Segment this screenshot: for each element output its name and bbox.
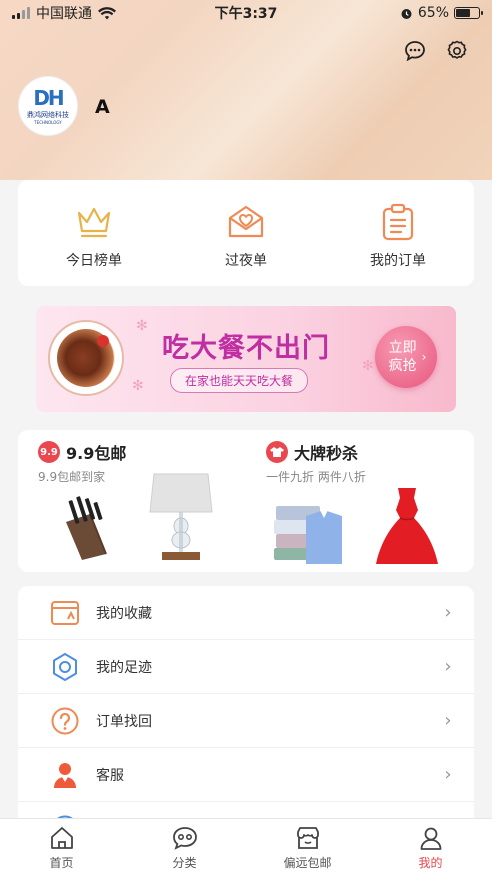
username[interactable]: A [95,96,110,118]
header-actions [402,38,470,64]
settings-menu: 我的收藏 › 我的足迹 › 订单找回 › 客服 › [18,586,474,826]
menu-row-favorites[interactable]: 我的收藏 › [18,586,474,640]
tab-label: 分类 [172,856,197,870]
favorites-icon [50,598,80,628]
banner-subtitle: 在家也能天天吃大餐 [170,368,309,393]
wifi-icon [98,6,116,19]
status-bar: 中国联通 下午3:37 65% [0,0,492,26]
sparkle-icon: ✻ [132,378,144,394]
order-shortcut-today-rank[interactable]: 今日榜单 [34,202,154,270]
menu-row-label: 我的收藏 [96,605,152,622]
order-shortcut-overnight[interactable]: 过夜单 [186,202,306,270]
chevron-right-icon: › [444,656,452,677]
chevron-right-icon: › [444,710,452,731]
menu-row-order-recovery[interactable]: 订单找回 › [18,694,474,748]
tab-category[interactable]: 分类 [123,819,246,878]
tab-profile[interactable]: 我的 [369,819,492,878]
promo-desc: 9.9包邮到家 [38,470,106,484]
badge-99-icon: 9.9 [38,441,60,463]
steak-plate-image [48,320,124,396]
profile-header: DH 鼎鸿网络科技 TECHNOLOGY A [0,0,492,180]
knife-block-image [66,496,107,560]
table-lamp-image [149,473,213,560]
order-shortcuts: 今日榜单 过夜单 我的订单 [18,180,474,286]
footprint-icon [50,652,80,682]
chevron-right-icon: › [444,764,452,785]
order-shortcut-label: 今日榜单 [66,253,122,269]
promo-title: 9.9包邮 [66,444,127,463]
order-shortcut-label: 过夜单 [225,253,267,269]
sparkle-icon: ✻ [362,358,374,374]
crown-icon [74,202,114,242]
avatar[interactable]: DH 鼎鸿网络科技 TECHNOLOGY [18,76,78,136]
battery-percent: 65% [417,5,449,21]
red-dress-image [376,488,438,564]
menu-row-label: 我的足迹 [96,659,152,676]
chevron-right-icon: › [444,602,452,623]
envelope-heart-icon [226,202,266,242]
tab-label: 首页 [49,856,74,870]
question-icon [50,706,80,736]
sparkle-icon: ✻ [136,318,148,334]
promo-title: 大牌秒杀 [294,444,359,463]
logo-letters: DH [33,86,64,110]
grab-now-button[interactable]: 立即疯抢 › [375,326,437,388]
promo-banner[interactable]: ✻ ✻ ✻ 吃大餐不出门 在家也能天天吃大餐 立即疯抢 › [36,306,456,412]
tab-home[interactable]: 首页 [0,819,123,878]
home-icon [50,827,73,849]
tab-label: 我的 [418,856,443,870]
alarm-icon [401,8,412,19]
order-shortcut-label: 我的订单 [370,253,426,269]
carrier-name: 中国联通 [36,6,92,22]
menu-row-label: 客服 [96,767,124,784]
tab-label: 偏远包邮 [283,856,332,870]
shirt-badge-icon [266,441,288,463]
banner-title: 吃大餐不出门 [162,333,330,364]
shop-icon [296,827,319,849]
promo-free-shipping[interactable]: 9.9 9.9包邮 9.9包邮到家 [38,440,248,560]
bottom-tab-bar: 首页 分类 偏远包邮 我的 [0,818,492,878]
promo-section: 9.9 9.9包邮 9.9包邮到家 大牌秒杀 一件九折 两件八折 [18,430,474,572]
settings-gear-icon[interactable] [444,38,470,64]
logo-tagline: TECHNOLOGY [34,120,62,125]
menu-row-customer-service[interactable]: 客服 › [18,748,474,802]
chevron-right-icon: › [421,350,427,364]
signal-icon [12,7,30,19]
menu-row-label: 订单找回 [96,713,152,730]
customer-service-icon [50,760,80,790]
folded-shirts-image [274,506,342,564]
logo-company-name: 鼎鸿网络科技 [27,111,69,119]
grab-now-label: 立即疯抢 [388,340,417,374]
message-icon[interactable] [402,38,428,64]
clipboard-icon [378,202,418,242]
promo-brand-flash-sale[interactable]: 大牌秒杀 一件九折 两件八折 [266,440,476,564]
battery-icon [454,7,483,19]
promo-desc: 一件九折 两件八折 [266,470,366,484]
clock: 下午3:37 [214,6,278,22]
profile-icon [420,827,441,850]
menu-row-footprints[interactable]: 我的足迹 › [18,640,474,694]
tab-remote-shipping[interactable]: 偏远包邮 [246,819,369,878]
category-icon [172,827,197,850]
order-shortcut-my-orders[interactable]: 我的订单 [338,202,458,270]
